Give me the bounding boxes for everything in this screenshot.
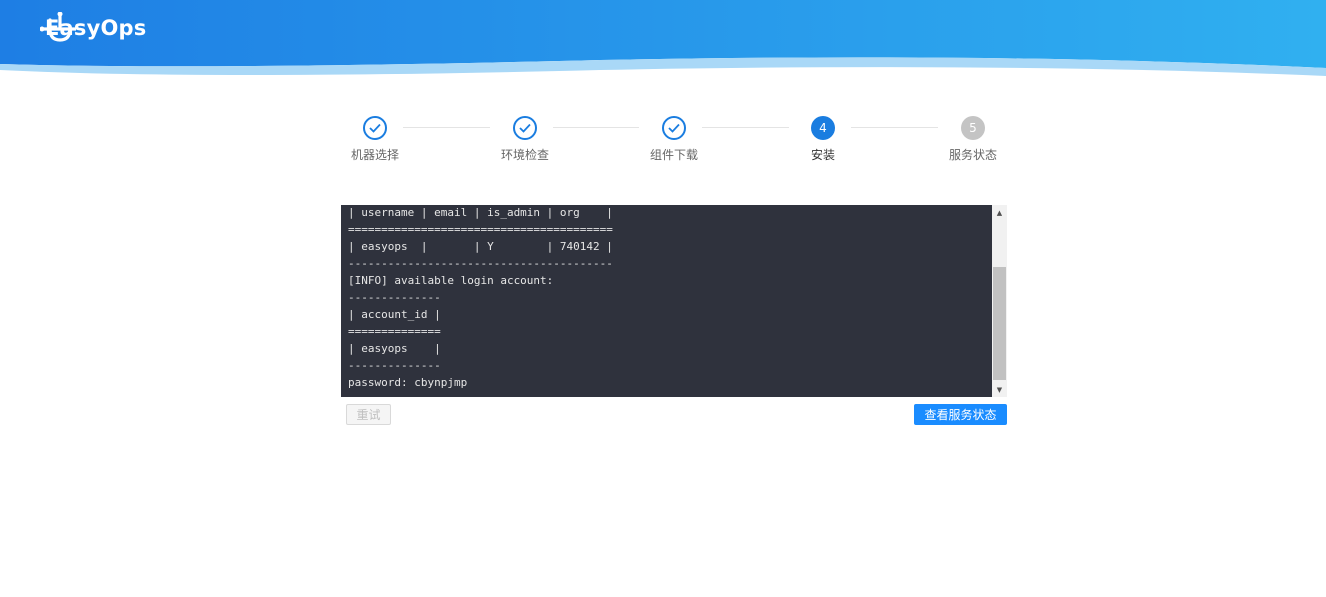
console-line: [INFO] available login account: — [348, 274, 554, 287]
console-line: | easyops | — [348, 342, 441, 355]
console-line: ---------------------------------------- — [348, 257, 613, 270]
scroll-down-arrow-icon[interactable]: ▼ — [992, 382, 1007, 397]
console-line: password: cbynpjmp — [348, 376, 468, 389]
easyops-logo-icon — [40, 12, 76, 42]
header-wave — [0, 0, 1326, 76]
check-icon — [513, 116, 537, 140]
logo[interactable]: EasyOps — [40, 12, 147, 44]
step-connector — [851, 127, 938, 128]
header-banner: EasyOps — [0, 0, 1326, 80]
step-connector — [702, 127, 789, 128]
step-component-download: 组件下载 — [634, 116, 714, 163]
step-label: 安装 — [810, 148, 835, 162]
step-connector — [553, 127, 639, 128]
scroll-up-arrow-icon[interactable]: ▲ — [992, 205, 1007, 220]
step-label: 组件下载 — [649, 148, 698, 162]
view-service-status-button[interactable]: 查看服务状态 — [914, 404, 1007, 425]
install-log-console[interactable]: | username | email | is_admin | org | ==… — [341, 205, 1007, 397]
step-label: 机器选择 — [350, 148, 399, 162]
step-env-check: 环境检查 — [485, 116, 565, 163]
console-line: | username | email | is_admin | org | — [348, 206, 613, 219]
check-icon — [662, 116, 686, 140]
console-scrollbar[interactable]: ▲ ▼ — [992, 205, 1007, 397]
console-line: | easyops | | Y | 740142 | — [348, 240, 613, 253]
scroll-thumb[interactable] — [993, 267, 1006, 380]
console-output: | username | email | is_admin | org | ==… — [341, 205, 613, 391]
install-steps: 机器选择 环境检查 组件下载 4 安装 5 服务状态 — [340, 116, 1008, 166]
step-install: 4 安装 — [783, 116, 863, 163]
step-label: 服务状态 — [948, 148, 997, 162]
console-line: -------------- — [348, 291, 441, 304]
console-line: ============== — [348, 325, 441, 338]
step-number: 4 — [811, 116, 835, 140]
step-number: 5 — [961, 116, 985, 140]
step-machine-select: 机器选择 — [335, 116, 415, 163]
step-service-status: 5 服务状态 — [933, 116, 1013, 163]
check-icon — [363, 116, 387, 140]
console-line: ======================================== — [348, 223, 613, 236]
step-label: 环境检查 — [500, 148, 549, 162]
retry-button[interactable]: 重试 — [346, 404, 391, 425]
step-connector — [403, 127, 490, 128]
console-line: | account_id | — [348, 308, 441, 321]
console-line: -------------- — [348, 359, 441, 372]
